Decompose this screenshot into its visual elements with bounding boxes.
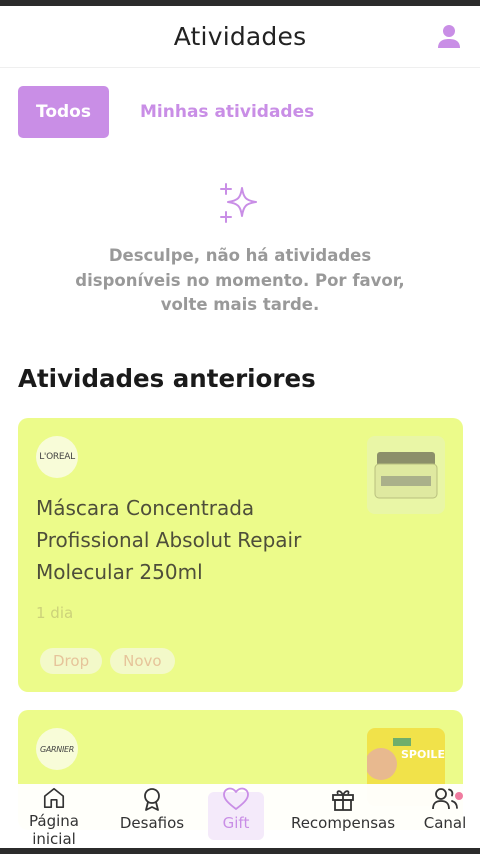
home-icon <box>43 787 65 809</box>
product-image <box>367 436 445 514</box>
empty-state-message: Desculpe, não há atividades disponíveis … <box>75 246 405 314</box>
nav-label-home: Página inicial <box>29 812 79 848</box>
nav-challenges[interactable]: Desafios <box>112 784 192 848</box>
tab-minhas-atividades[interactable]: Minhas atividades <box>140 102 314 122</box>
notification-dot <box>455 792 463 800</box>
tab-todos[interactable]: Todos <box>18 86 109 138</box>
tag-list: Drop Novo <box>40 648 175 674</box>
nav-rewards[interactable]: Recompensas <box>284 784 402 848</box>
nav-label-channel: Canal <box>423 814 467 832</box>
nav-home[interactable]: Página inicial <box>22 784 86 848</box>
badge-icon <box>144 788 160 811</box>
nav-label-gift: Gift <box>222 814 250 832</box>
app-header: Atividades <box>0 6 480 68</box>
user-icon[interactable] <box>437 24 461 50</box>
product-title: Máscara Concentrada Profissional Absolut… <box>36 496 302 584</box>
users-icon <box>432 788 458 810</box>
activity-tabs: Todos Minhas atividades <box>18 86 314 138</box>
nav-channel[interactable]: Canal <box>418 784 472 848</box>
heart-icon <box>223 787 249 810</box>
product-label: SPOILE <box>401 748 445 761</box>
gift-icon <box>332 790 354 811</box>
page-title: Atividades <box>173 22 307 51</box>
nav-label-rewards: Recompensas <box>290 814 396 832</box>
nav-label-challenges: Desafios <box>119 814 185 832</box>
section-title: Atividades anteriores <box>18 364 316 393</box>
brand-logo: L'OREAL <box>36 436 78 478</box>
nav-gift[interactable]: Gift <box>208 784 264 848</box>
activity-card[interactable]: L'OREAL Máscara Concentrada Profissional… <box>18 418 463 692</box>
bottom-navigation: Página inicial Desafios Gift Recompensas… <box>0 784 480 848</box>
system-bar-strip <box>0 848 480 854</box>
tag-novo: Novo <box>110 648 175 674</box>
tag-drop: Drop <box>40 648 103 674</box>
elapsed-time: 1 dia <box>36 604 74 622</box>
sparkle-icon <box>220 183 257 223</box>
brand-logo: GARNIER <box>36 728 78 770</box>
